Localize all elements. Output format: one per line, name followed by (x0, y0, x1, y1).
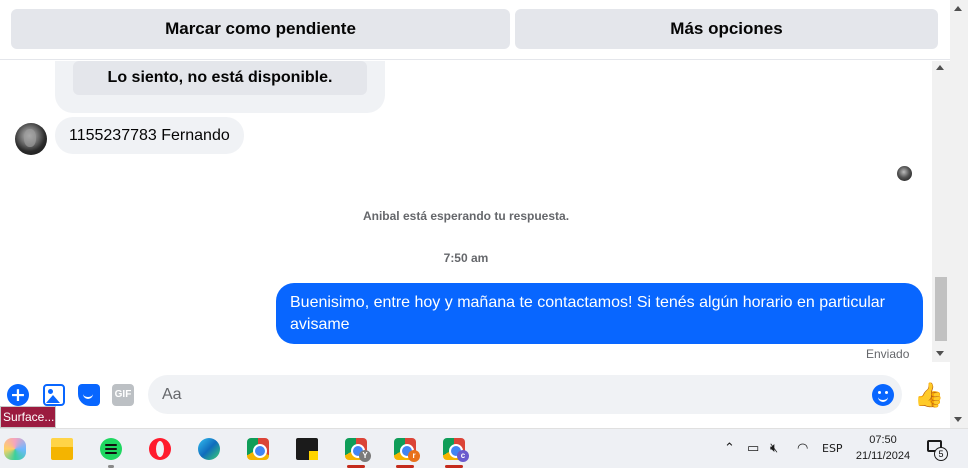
page-scroll-down-icon[interactable] (954, 417, 962, 422)
waiting-status: Anibal está esperando tu respuesta. (362, 209, 570, 223)
emoji-icon[interactable] (872, 384, 894, 406)
sticky-note-icon (296, 438, 318, 460)
spotify-icon (100, 438, 122, 460)
profile-badge: c (457, 450, 469, 462)
gif-icon[interactable]: GIF (112, 384, 134, 406)
notification-count: 5 (934, 447, 948, 461)
copilot-button[interactable] (0, 434, 30, 464)
profile-badge: Y (359, 450, 371, 462)
profile-badge: r (408, 450, 420, 462)
clock[interactable]: 07:50 21/11/2024 (848, 432, 918, 464)
outgoing-message: Buenisimo, entre hoy y mañana te contact… (276, 283, 923, 344)
message-input[interactable] (148, 375, 902, 414)
wifi-icon[interactable]: ◠ (797, 441, 808, 456)
message-composer: + GIF 👍 (0, 363, 950, 428)
contact-avatar[interactable] (15, 123, 47, 155)
seen-avatar (897, 166, 912, 181)
chrome-button[interactable] (243, 434, 273, 464)
scroll-thumb[interactable] (935, 277, 947, 341)
action-bar: Marcar como pendiente Más opciones (0, 0, 968, 60)
language-indicator[interactable]: ESP (822, 442, 843, 455)
page-scrollbar[interactable] (950, 0, 968, 428)
plus-icon[interactable]: + (7, 384, 29, 406)
page-scroll-up-icon[interactable] (954, 6, 962, 11)
chevron-up-icon[interactable]: ⌃ (724, 441, 735, 456)
spotify-button[interactable] (96, 434, 126, 468)
sent-status: Enviado (866, 347, 910, 361)
notification-icon[interactable]: 5 (926, 439, 948, 461)
chrome-profile-y-button[interactable]: Y (341, 434, 371, 468)
message-timestamp: 7:50 am (443, 251, 489, 265)
taskbar: Y r c ⌃ ▭ 🔇︎ ◠ ESP 07:50 21/11/2024 5 (0, 428, 968, 468)
template-card: Lo siento, no está disponible. (55, 61, 385, 113)
image-icon[interactable] (43, 384, 65, 406)
chrome-profile-c-button[interactable]: c (439, 434, 469, 468)
scroll-up-icon[interactable] (936, 65, 944, 70)
chrome-icon (247, 438, 269, 460)
battery-icon[interactable]: ▭ (747, 441, 759, 456)
folder-icon (51, 438, 73, 460)
incoming-message: 1155237783 Fernando (55, 117, 244, 154)
more-options-button[interactable]: Más opciones (515, 9, 938, 49)
scroll-down-icon[interactable] (936, 351, 944, 356)
file-explorer-button[interactable] (47, 434, 77, 464)
speaker-muted-icon[interactable]: 🔇︎ (770, 441, 778, 456)
thumbs-up-icon[interactable]: 👍 (914, 382, 944, 408)
clock-date: 21/11/2024 (855, 450, 911, 462)
not-available-button[interactable]: Lo siento, no está disponible. (73, 61, 367, 95)
chrome-profile-r-button[interactable]: r (390, 434, 420, 468)
copilot-icon (4, 438, 26, 460)
stickies-button[interactable] (292, 434, 322, 464)
clock-time: 07:50 (869, 434, 897, 446)
edge-button[interactable] (194, 434, 224, 464)
surface-tab[interactable]: Surface... (0, 406, 56, 428)
message-thread: Lo siento, no está disponible. 115523778… (0, 61, 932, 363)
edge-icon (198, 438, 220, 460)
opera-icon (149, 438, 171, 460)
mark-pending-button[interactable]: Marcar como pendiente (11, 9, 510, 49)
thread-scrollbar[interactable] (932, 61, 950, 362)
sticker-icon[interactable] (78, 384, 100, 406)
opera-button[interactable] (145, 434, 175, 464)
